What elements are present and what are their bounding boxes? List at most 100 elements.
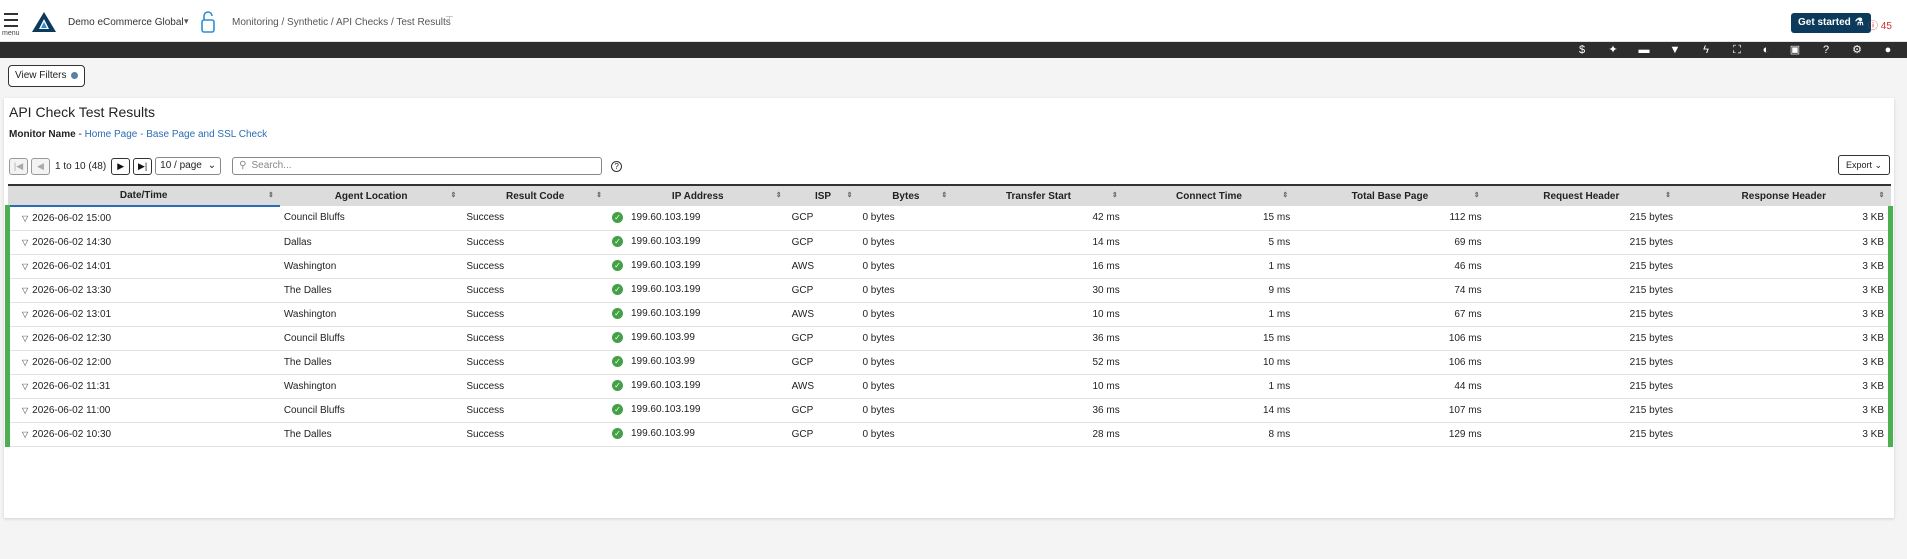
table-row[interactable]: ▽ 2026-06-02 13:01 Washington Success ✓ 199.6…	[4, 302, 1894, 327]
view-filters-button[interactable]: View Filters	[8, 65, 86, 87]
table-row[interactable]: ▽ 2026-06-02 12:00 The Dalles Success ✓ 199.6…	[4, 350, 1894, 375]
sort-icon[interactable]: ⇕	[268, 191, 274, 199]
table-row[interactable]: ▽ 2026-06-02 12:30 Council Bluffs Success ✓ 1…	[4, 326, 1894, 351]
magic-icon[interactable]: ✦	[1604, 42, 1622, 58]
column-header[interactable]: Transfer Start ⇕	[953, 184, 1124, 206]
menu-label: menu	[2, 30, 20, 37]
question-icon[interactable]: ?	[611, 160, 623, 172]
ip-address-cell: ✓ 199.60.103.199	[607, 278, 788, 303]
isp-cell: GCP	[787, 206, 859, 231]
sort-icon[interactable]: ⇕	[1112, 191, 1118, 199]
sort-icon[interactable]: ⇕	[1665, 191, 1671, 199]
sort-icon[interactable]: ⇕	[450, 191, 456, 199]
view-filters-label: View Filters	[15, 70, 67, 81]
sort-icon[interactable]: ⇕	[847, 191, 853, 199]
cell-value: 199.60.103.99	[630, 356, 695, 368]
expand-chevron-icon[interactable]: ▽	[22, 334, 28, 343]
table-row[interactable]: ▽ 2026-06-02 11:31 Washington Success ✓ 199.6…	[4, 374, 1894, 399]
sort-icon[interactable]: ⇕	[776, 191, 782, 199]
column-header-label: Agent Location	[334, 190, 408, 202]
column-header[interactable]: Response Header ⇕	[1677, 184, 1891, 206]
expand-chevron-icon[interactable]: ▽	[22, 430, 28, 439]
dollar-icon[interactable]: $	[1573, 42, 1591, 58]
cell-value: 44 ms	[1454, 380, 1482, 392]
top-nav: menu Demo eCommerce Global ▾ Monitoring …	[0, 0, 1907, 42]
column-header[interactable]: IP Address ⇕	[607, 184, 788, 206]
table-row[interactable]: ▽ 2026-06-02 15:00 Council Bluffs Success ✓ 1…	[4, 206, 1894, 231]
column-header[interactable]: Bytes ⇕	[858, 184, 954, 206]
success-check-icon: ✓	[611, 260, 623, 272]
expand-chevron-icon[interactable]: ▽	[22, 286, 28, 295]
column-header[interactable]: Request Header ⇕	[1485, 184, 1678, 206]
bolt-icon[interactable]: ϟ	[1697, 42, 1715, 58]
expand-chevron-icon[interactable]: ▽	[22, 358, 28, 367]
sort-icon[interactable]: ⇕	[596, 191, 602, 199]
table-row[interactable]: ▽ 2026-06-02 11:00 Council Bluffs Success ✓ 1…	[4, 398, 1894, 423]
next-page-button[interactable]: ▶	[111, 157, 131, 175]
lock-icon[interactable]	[200, 10, 216, 34]
agent-location-cell: The Dalles	[279, 278, 463, 303]
request-header-cell: 215 bytes	[1485, 350, 1678, 375]
column-header[interactable]: ISP ⇕	[787, 184, 859, 206]
column-header[interactable]: Connect Time ⇕	[1123, 184, 1295, 206]
response-header-cell: 3 KB	[1677, 374, 1894, 399]
cell-value: 2026-06-02 11:31	[32, 380, 111, 392]
prev-page-button[interactable]: ◀	[31, 157, 50, 175]
chat-icon[interactable]: ▬	[1635, 42, 1653, 58]
cell-value: 36 ms	[1092, 332, 1120, 344]
per-page-select[interactable]: 10 / page ⌄	[155, 157, 222, 175]
expand-chevron-icon[interactable]: ▽	[22, 382, 28, 391]
cell-value: 1 ms	[1268, 260, 1291, 272]
column-header-label: Transfer Start	[1005, 190, 1071, 202]
panel-icon[interactable]: ▣	[1786, 42, 1804, 58]
get-started-button[interactable]: Get started ⚗	[1791, 13, 1871, 33]
page-range: 1 to 10 (48)	[55, 160, 107, 172]
settings-icon[interactable]: ⚙	[1848, 42, 1866, 58]
fullscreen-icon[interactable]: ⛶	[1728, 42, 1746, 58]
column-header[interactable]: Agent Location ⇕	[279, 184, 463, 206]
column-header[interactable]: Total Base Page ⇕	[1294, 184, 1486, 206]
help-icon[interactable]: ?	[1817, 42, 1835, 58]
table-row[interactable]: ▽ 2026-06-02 14:01 Washington Success ✓ 199.6…	[4, 254, 1894, 279]
cell-value: 3 KB	[1862, 260, 1884, 272]
table-row[interactable]: ▽ 2026-06-02 10:30 The Dalles Success ✓ 199.6…	[4, 422, 1894, 447]
alert-badge[interactable]: ⓘ 45	[1868, 17, 1892, 32]
sort-icon[interactable]: ⇕	[1879, 191, 1885, 199]
expand-chevron-icon[interactable]: ▽	[22, 214, 28, 223]
sort-icon[interactable]: ⇕	[941, 191, 947, 199]
expand-chevron-icon[interactable]: ▽	[22, 238, 28, 247]
expand-chevron-icon[interactable]: ▽	[22, 406, 28, 415]
connect-time-cell: 1 ms	[1123, 302, 1295, 327]
monitor-link[interactable]: Home Page - Base Page and SSL Check	[85, 129, 268, 140]
column-header[interactable]: Result Code ⇕	[462, 184, 608, 206]
first-page-button[interactable]: |◀	[9, 157, 28, 175]
contrast-icon[interactable]: ◐	[1757, 42, 1775, 58]
expand-chevron-icon[interactable]: ▽	[22, 262, 28, 271]
column-header-label: ISP	[814, 190, 832, 202]
expand-chevron-icon[interactable]: ▽	[22, 310, 28, 319]
cell-value: 0 bytes	[862, 284, 895, 296]
bytes-cell: 0 bytes	[858, 278, 954, 303]
last-page-button[interactable]: ▶|	[133, 157, 153, 175]
user-icon[interactable]: ●	[1879, 42, 1897, 58]
export-button[interactable]: Export ⌄	[1838, 155, 1891, 175]
menu-icon[interactable]	[4, 13, 18, 31]
filter-icon[interactable]: ▼	[1666, 42, 1684, 58]
pin-icon[interactable]: ⊤	[445, 15, 454, 26]
sort-icon[interactable]: ⇕	[1282, 191, 1288, 199]
cell-value: 3 KB	[1862, 380, 1884, 392]
cell-value: Success	[466, 212, 505, 224]
isp-cell: GCP	[787, 230, 859, 255]
org-name[interactable]: Demo eCommerce Global	[68, 17, 184, 28]
column-header-label: IP Address	[671, 190, 724, 202]
column-header[interactable]: Date/Time ⇕	[7, 184, 280, 207]
bytes-cell: 0 bytes	[858, 350, 954, 375]
response-header-cell: 3 KB	[1677, 326, 1894, 351]
table-row[interactable]: ▽ 2026-06-02 13:30 The Dalles Success ✓ 199.6…	[4, 278, 1894, 303]
sort-icon[interactable]: ⇕	[1474, 191, 1480, 199]
response-header-cell: 3 KB	[1677, 350, 1894, 375]
chevron-down-icon[interactable]: ▾	[184, 16, 189, 27]
transfer-start-cell: 14 ms	[953, 230, 1124, 255]
table-row[interactable]: ▽ 2026-06-02 14:30 Dallas Success ✓ 199.60.10…	[4, 230, 1894, 255]
search-input[interactable]: ⚲ Search...	[232, 157, 603, 175]
